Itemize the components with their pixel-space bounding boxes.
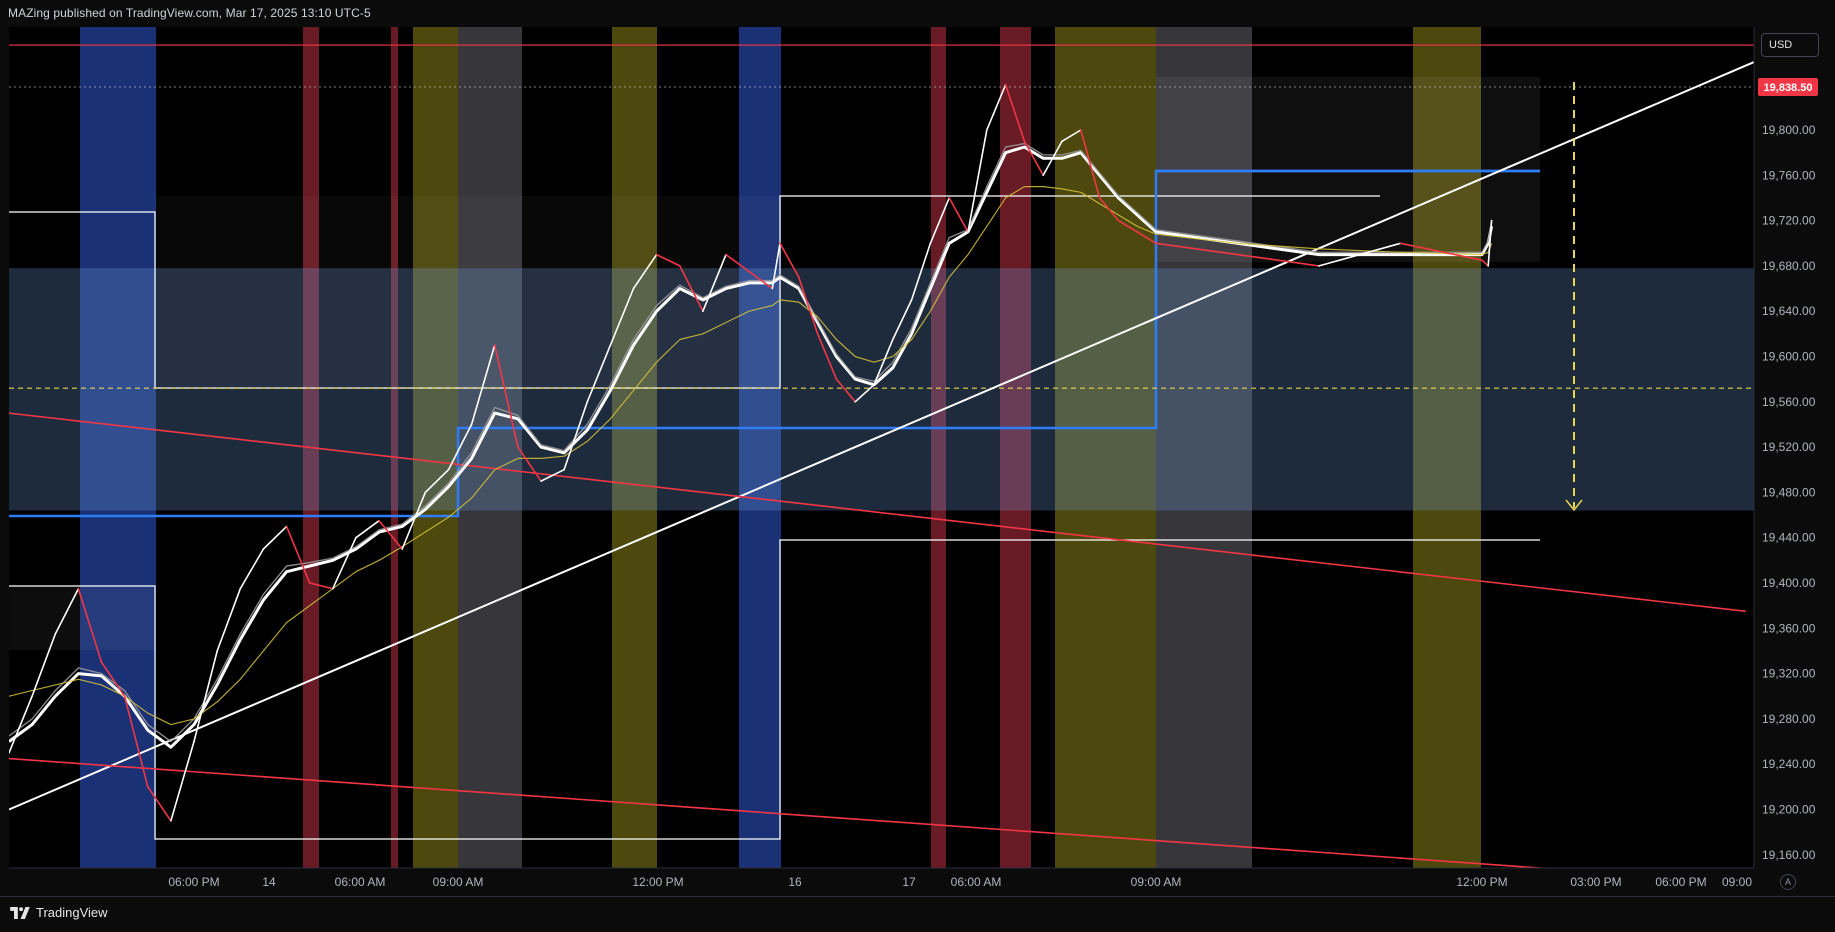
x-tick-label: 09:00 AM xyxy=(1131,875,1182,889)
x-tick-label: 16 xyxy=(788,875,802,889)
x-tick-label: 09:00 xyxy=(1722,875,1752,889)
last-price-label: 19,838.50 xyxy=(1764,82,1813,94)
x-tick-label: 09:00 AM xyxy=(433,875,484,889)
tradingview-brand[interactable]: TradingView xyxy=(10,905,108,920)
y-tick-label: 19,640.00 xyxy=(1762,304,1816,318)
y-tick-label: 19,400.00 xyxy=(1762,576,1816,590)
y-tick-label: 19,800.00 xyxy=(1762,123,1816,137)
price-chart[interactable]: 19,800.00 19,760.00 19,720.00 19,680.00 19,6… xyxy=(0,0,1835,931)
x-tick-label: 06:00 AM xyxy=(335,875,386,889)
chart-screen: MAZing published on TradingView.com, Mar… xyxy=(0,0,1835,932)
y-tick-label: 19,520.00 xyxy=(1762,440,1816,454)
footer: TradingView xyxy=(0,896,1835,932)
brand-text: TradingView xyxy=(36,905,108,920)
x-tick-label: 06:00 AM xyxy=(951,875,1002,889)
y-tick-label: 19,560.00 xyxy=(1762,395,1816,409)
y-tick-label: 19,200.00 xyxy=(1762,803,1816,817)
y-tick-label: 19,440.00 xyxy=(1762,531,1816,545)
x-tick-label: 06:00 PM xyxy=(1655,875,1706,889)
y-tick-label: 19,480.00 xyxy=(1762,485,1816,499)
x-tick-label: 06:00 PM xyxy=(168,875,219,889)
y-tick-label: 19,320.00 xyxy=(1762,667,1816,681)
auto-scale-button[interactable]: A xyxy=(1780,874,1796,890)
range-box-gray-upper xyxy=(1156,77,1540,262)
y-tick-label: 19,760.00 xyxy=(1762,168,1816,182)
tradingview-logo-icon xyxy=(10,906,30,919)
currency-button[interactable]: USD xyxy=(1761,33,1819,57)
y-tick-label: 19,600.00 xyxy=(1762,350,1816,364)
x-tick-label: 14 xyxy=(262,875,276,889)
y-tick-label: 19,240.00 xyxy=(1762,757,1816,771)
y-tick-label: 19,280.00 xyxy=(1762,712,1816,726)
x-tick-label: 12:00 PM xyxy=(1456,875,1507,889)
x-tick-label: 12:00 PM xyxy=(632,875,683,889)
x-tick-label: 17 xyxy=(902,875,916,889)
x-tick-label: 03:00 PM xyxy=(1570,875,1621,889)
y-tick-label: 19,680.00 xyxy=(1762,259,1816,273)
y-tick-label: 19,720.00 xyxy=(1762,214,1816,228)
y-tick-label: 19,160.00 xyxy=(1762,848,1816,862)
range-box-gray-lower xyxy=(9,586,155,650)
y-tick-label: 19,360.00 xyxy=(1762,621,1816,635)
